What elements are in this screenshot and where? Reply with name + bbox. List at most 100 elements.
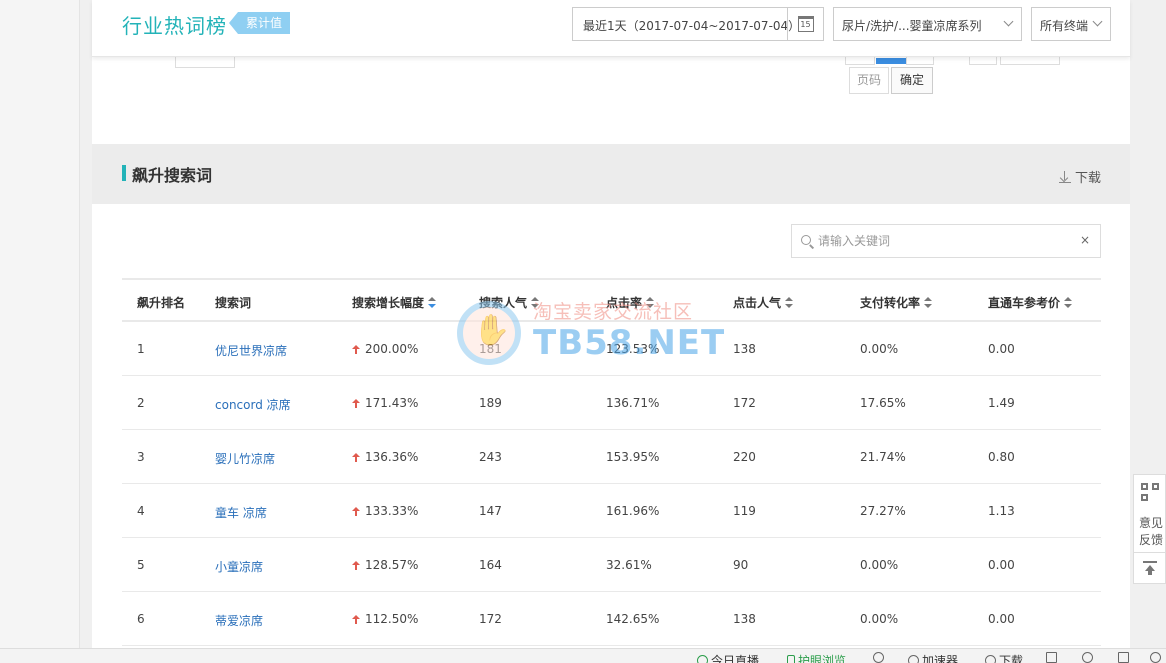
back-to-top-icon[interactable] [1143,561,1157,575]
pager-fragment [969,57,997,65]
download-status-button[interactable]: 下载 [985,652,1023,663]
table-row: 4 童车 凉席 133.33% 147 161.96% 119 27.27% 1… [122,484,1101,538]
click-popularity-cell: 220 [733,450,756,464]
search-icon [801,235,811,245]
search-input[interactable] [818,231,1068,251]
date-range-picker[interactable]: 最近1天（2017-07-04~2017-07-04） 15 [572,7,824,41]
clear-icon[interactable]: × [1080,233,1090,247]
pager-fragment [1000,57,1060,65]
sort-icon[interactable] [646,297,655,308]
popularity-cell: 181 [479,342,502,356]
sort-icon[interactable] [428,297,437,308]
column-header-click-popularity[interactable]: 点击人气 [733,294,794,311]
table-header: 飙升排名 搜索词 搜索增长幅度 搜索人气 点击率 点击人气 支付转化率 直通车参… [122,278,1101,322]
accelerator-button[interactable]: 加速器 [908,652,958,663]
qr-code-icon[interactable] [1141,483,1159,501]
sort-icon[interactable] [785,297,794,308]
current-page-button[interactable] [876,58,906,64]
column-header-price[interactable]: 直通车参考价 [988,294,1073,311]
prev-page-button[interactable] [845,57,875,65]
rising-keywords-table: 飙升排名 搜索词 搜索增长幅度 搜索人气 点击率 点击人气 支付转化率 直通车参… [122,278,1101,646]
window-icon [1118,652,1129,663]
popularity-cell: 147 [479,504,502,518]
popularity-cell: 243 [479,450,502,464]
ctr-cell: 142.65% [606,612,660,626]
column-header-ctr[interactable]: 点击率 [606,294,655,311]
rank-cell: 1 [137,342,145,356]
price-cell: 0.00 [988,612,1015,626]
rocket-icon [908,655,919,663]
conversion-cell: 21.74% [860,450,906,464]
section-accent-bar [122,165,126,181]
sort-icon[interactable] [1064,297,1073,308]
column-header-growth[interactable]: 搜索增长幅度 [352,294,437,311]
feedback-button[interactable]: 意见反馈 [1138,515,1164,549]
grid-button[interactable] [1046,652,1057,663]
growth-cell: 128.57% [352,558,418,572]
cumulative-badge[interactable]: 累计值 [228,12,291,34]
growth-cell: 112.50% [352,612,418,626]
chevron-down-icon [1092,16,1103,27]
terminal-select[interactable]: 所有终端 [1031,7,1111,41]
price-cell: 0.00 [988,558,1015,572]
eye-care-button[interactable]: 护眼浏览 [787,652,846,663]
column-header-keyword: 搜索词 [215,296,252,310]
keyword-link[interactable]: concord 凉席 [215,396,291,413]
gauge-icon [873,652,884,663]
sort-icon[interactable] [924,297,933,308]
next-page-button[interactable] [906,57,934,65]
table-row: 2 concord 凉席 171.43% 189 136.71% 172 17.… [122,376,1101,430]
category-select[interactable]: 尿片/洗护/...婴童凉席系列 [833,7,1022,41]
up-arrow-icon [352,507,361,516]
calendar-icon: 15 [797,16,814,32]
column-header-conversion[interactable]: 支付转化率 [860,294,933,311]
click-popularity-cell: 172 [733,396,756,410]
gear-icon [1150,652,1161,663]
keyword-link[interactable]: 童车 凉席 [215,504,267,521]
divider [1134,552,1165,553]
click-popularity-cell: 90 [733,558,749,572]
play-icon [697,655,708,663]
click-popularity-cell: 119 [733,504,756,518]
download-label: 下载 [1074,171,1101,186]
keyword-link[interactable]: 蒂爱凉席 [215,612,263,629]
table-row: 6 蒂爱凉席 112.50% 172 142.65% 138 0.00% 0.0… [122,592,1101,646]
table-row: 1 优尼世界凉席 200.00% 181 123.53% 138 0.00% 0… [122,322,1101,376]
grid-icon [1046,652,1057,663]
calendar-button[interactable]: 15 [787,8,823,40]
column-header-popularity[interactable]: 搜索人气 [479,294,540,311]
settings-button[interactable] [1150,652,1161,663]
conversion-cell: 17.65% [860,396,906,410]
rank-cell: 3 [137,450,145,464]
live-button[interactable]: 今日直播 [697,652,759,663]
rank-cell: 6 [137,612,145,626]
ctr-cell: 161.96% [606,504,660,518]
ctr-cell: 153.95% [606,450,660,464]
up-arrow-icon [352,399,361,408]
phone-icon [787,654,795,663]
sort-icon[interactable] [531,297,540,308]
header-bar: 行业热词榜 累计值 最近1天（2017-07-04~2017-07-04） 15… [92,0,1130,57]
globe-icon [1082,652,1093,663]
rank-cell: 4 [137,504,145,518]
window-button[interactable] [1118,652,1129,663]
download-button[interactable]: 下载 [1058,167,1101,186]
keyword-link[interactable]: 小童凉席 [215,558,263,575]
page-title: 行业热词榜 [122,14,227,38]
globe-button[interactable] [1082,652,1093,663]
date-range-text: 最近1天（2017-07-04~2017-07-04） [583,19,801,33]
growth-cell: 133.33% [352,504,418,518]
left-gutter [0,0,80,663]
confirm-button[interactable]: 确定 [891,67,933,94]
up-arrow-icon [352,561,361,570]
keyword-search[interactable]: × [791,224,1101,258]
popularity-cell: 172 [479,612,502,626]
keyword-link[interactable]: 优尼世界凉席 [215,342,287,359]
price-cell: 0.00 [988,342,1015,356]
keyword-link[interactable]: 婴儿竹凉席 [215,450,275,467]
popularity-cell: 164 [479,558,502,572]
speed-icon-button[interactable] [873,652,884,663]
up-arrow-icon [352,453,361,462]
column-header-rank: 飙升排名 [137,296,186,310]
page-number-input[interactable]: 页码 [849,67,889,94]
